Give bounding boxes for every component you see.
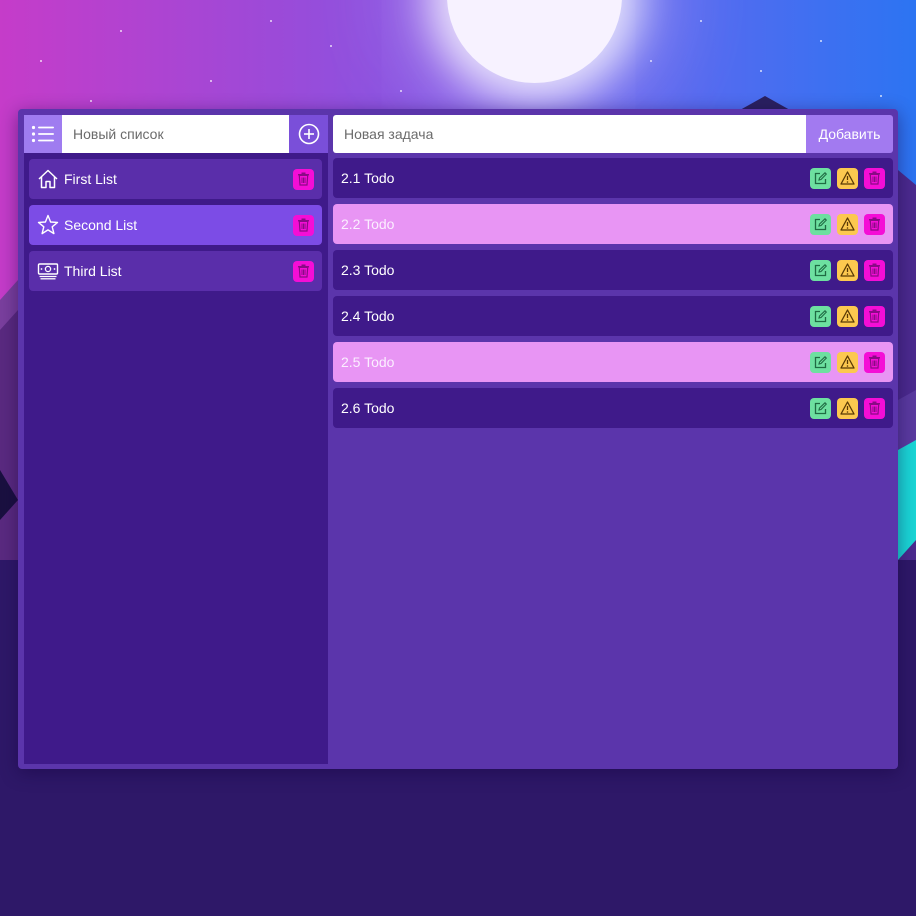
todo-app-window: First List (18, 109, 898, 769)
task-actions (810, 351, 885, 373)
delete-task-button[interactable] (864, 351, 885, 373)
warning-icon (840, 263, 855, 277)
edit-icon (814, 355, 827, 368)
new-task-input[interactable] (333, 115, 806, 153)
delete-task-button[interactable] (864, 259, 885, 281)
trash-icon (869, 217, 880, 231)
delete-task-button[interactable] (864, 305, 885, 327)
task-actions (810, 259, 885, 281)
delete-list-button[interactable] (293, 214, 314, 236)
list-item-second[interactable]: Second List (29, 205, 322, 245)
task-label: 2.3 Todo (341, 262, 395, 278)
warning-icon (840, 401, 855, 415)
add-list-button[interactable] (289, 115, 328, 153)
task-input-bar: Добавить (333, 115, 893, 153)
menu-button[interactable] (24, 115, 62, 153)
lists-container: First List Second List Third List (29, 159, 322, 297)
edit-icon (814, 309, 827, 322)
task-actions (810, 213, 885, 235)
important-task-button[interactable] (837, 305, 858, 327)
delete-task-button[interactable] (864, 167, 885, 189)
important-task-button[interactable] (837, 397, 858, 419)
task-label: 2.1 Todo (341, 170, 395, 186)
task-label: 2.5 Todo (341, 354, 395, 370)
task-item[interactable]: 2.2 Todo (333, 204, 893, 244)
money-icon (37, 260, 59, 282)
sidebar: First List (24, 115, 328, 764)
edit-icon (814, 401, 827, 414)
new-list-input[interactable] (62, 115, 289, 153)
task-item[interactable]: 2.5 Todo (333, 342, 893, 382)
list-label: Second List (64, 217, 138, 233)
edit-task-button[interactable] (810, 351, 831, 373)
trash-icon (298, 264, 309, 278)
tasks-list: 2.1 Todo 2.2 Todo 2.3 Todo 2.4 Todo 2.5 … (333, 158, 893, 434)
plus-circle-icon (298, 123, 319, 145)
warning-icon (840, 309, 855, 323)
add-task-button[interactable]: Добавить (806, 115, 893, 153)
edit-icon (814, 171, 827, 184)
warning-icon (840, 217, 855, 231)
task-item[interactable]: 2.6 Todo (333, 388, 893, 428)
edit-task-button[interactable] (810, 259, 831, 281)
list-label: Third List (64, 263, 122, 279)
sidebar-header (24, 115, 328, 153)
task-item[interactable]: 2.1 Todo (333, 158, 893, 198)
task-label: 2.6 Todo (341, 400, 395, 416)
edit-task-button[interactable] (810, 397, 831, 419)
edit-icon (814, 263, 827, 276)
edit-task-button[interactable] (810, 305, 831, 327)
trash-icon (869, 309, 880, 323)
important-task-button[interactable] (837, 213, 858, 235)
important-task-button[interactable] (837, 167, 858, 189)
trash-icon (869, 401, 880, 415)
star-icon (37, 214, 59, 236)
important-task-button[interactable] (837, 351, 858, 373)
edit-task-button[interactable] (810, 213, 831, 235)
trash-icon (298, 172, 309, 186)
task-actions (810, 167, 885, 189)
list-icon (31, 125, 54, 143)
trash-icon (869, 171, 880, 185)
home-icon (37, 168, 59, 190)
list-label: First List (64, 171, 117, 187)
edit-icon (814, 217, 827, 230)
trash-icon (869, 355, 880, 369)
warning-icon (840, 171, 855, 185)
list-item-first[interactable]: First List (29, 159, 322, 199)
main-panel: Добавить 2.1 Todo (333, 115, 893, 764)
delete-task-button[interactable] (864, 397, 885, 419)
list-item-third[interactable]: Third List (29, 251, 322, 291)
task-actions (810, 397, 885, 419)
delete-list-button[interactable] (293, 260, 314, 282)
important-task-button[interactable] (837, 259, 858, 281)
trash-icon (298, 218, 309, 232)
trash-icon (869, 263, 880, 277)
delete-list-button[interactable] (293, 168, 314, 190)
task-label: 2.4 Todo (341, 308, 395, 324)
task-item[interactable]: 2.4 Todo (333, 296, 893, 336)
warning-icon (840, 355, 855, 369)
task-item[interactable]: 2.3 Todo (333, 250, 893, 290)
task-actions (810, 305, 885, 327)
edit-task-button[interactable] (810, 167, 831, 189)
task-label: 2.2 Todo (341, 216, 395, 232)
delete-task-button[interactable] (864, 213, 885, 235)
